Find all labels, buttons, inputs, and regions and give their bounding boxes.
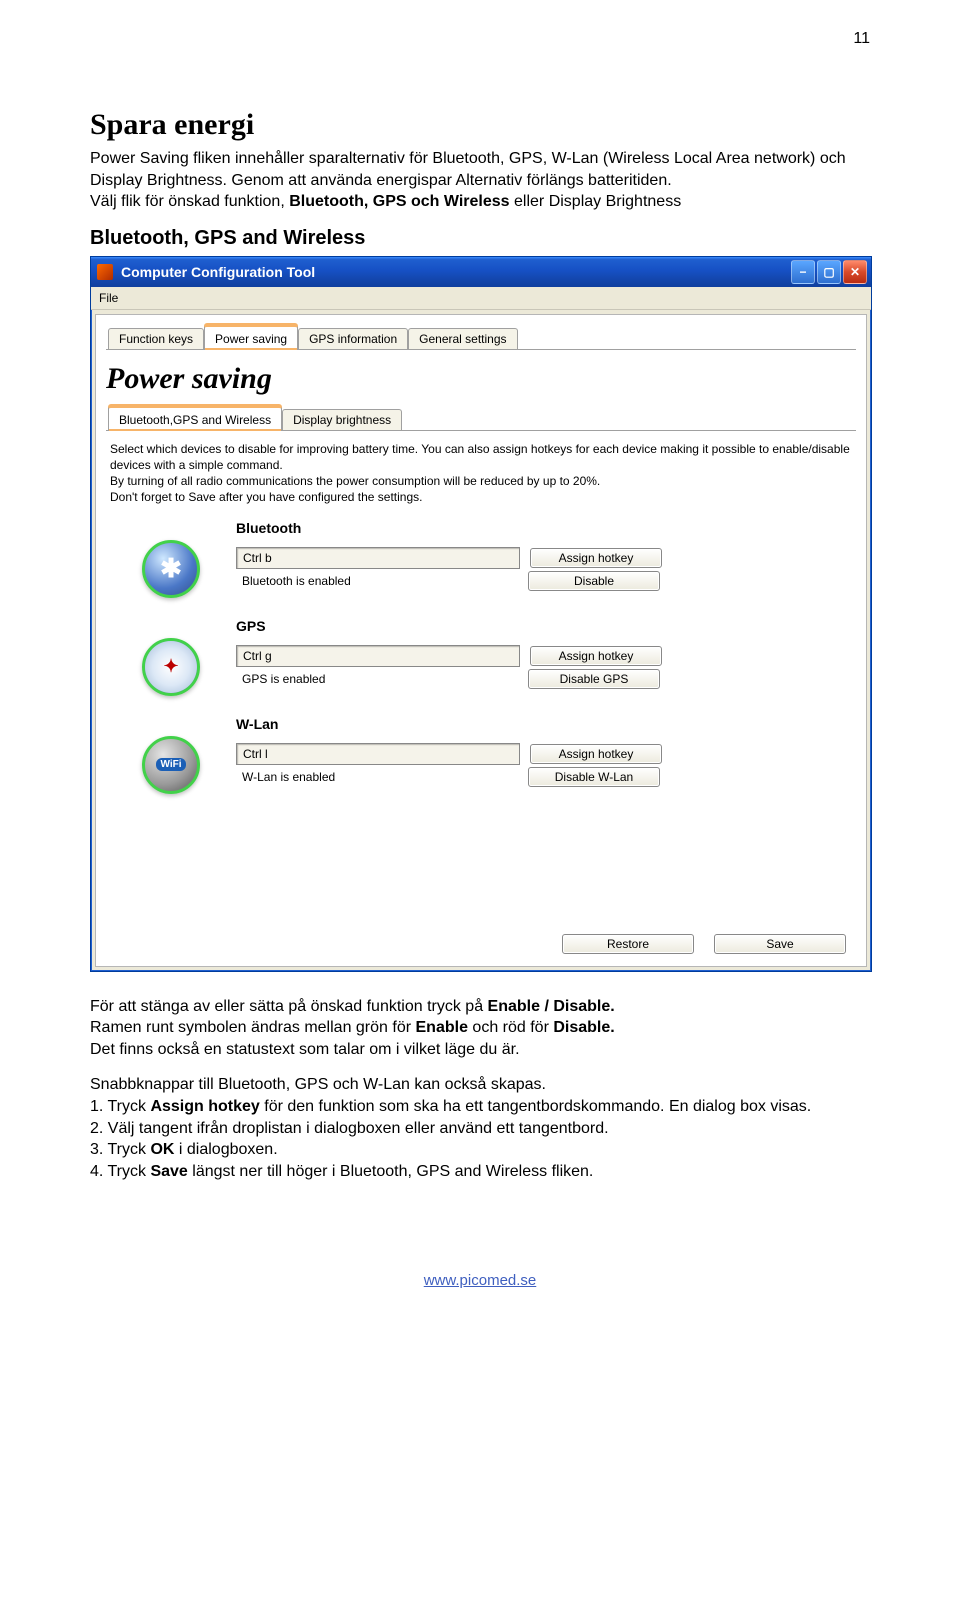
intro-paragraph: Power Saving fliken innehåller sparalter… xyxy=(90,148,870,213)
post2-l2-b: för den funktion som ska ha ett tangentb… xyxy=(260,1098,811,1115)
wifi-icon: WiFi xyxy=(142,736,200,794)
save-button[interactable]: Save xyxy=(714,934,846,954)
subtab-bt-gps-wireless[interactable]: Bluetooth,GPS and Wireless xyxy=(108,406,282,431)
main-panel: Function keys Power saving GPS informati… xyxy=(95,314,867,967)
post2-l5-b: längst ner till höger i Bluetooth, GPS a… xyxy=(188,1163,594,1180)
config-tool-window: Computer Configuration Tool − ▢ ✕ File F… xyxy=(90,256,872,972)
menubar: File xyxy=(91,287,871,310)
main-tabbar: Function keys Power saving GPS informati… xyxy=(106,321,856,350)
wlan-assign-hotkey-button[interactable]: Assign hotkey xyxy=(530,744,662,764)
intro-bold: Bluetooth, GPS och Wireless xyxy=(289,193,509,210)
subheading-bt-gps-wireless: Bluetooth, GPS and Wireless xyxy=(90,227,870,250)
post-p3: Det finns också en statustext som talar … xyxy=(90,1041,520,1058)
close-button[interactable]: ✕ xyxy=(843,260,867,284)
post2-l5-a: 4. Tryck xyxy=(90,1163,150,1180)
tab-power-saving[interactable]: Power saving xyxy=(204,325,298,350)
post-paragraph-1: För att stänga av eller sätta på önskad … xyxy=(90,996,870,1061)
gps-assign-hotkey-button[interactable]: Assign hotkey xyxy=(530,646,662,666)
window-titlebar[interactable]: Computer Configuration Tool − ▢ ✕ xyxy=(91,257,871,287)
post2-l3: 2. Välj tangent ifrån droplistan i dialo… xyxy=(90,1120,609,1137)
post-paragraph-2: Snabbknappar till Bluetooth, GPS och W-L… xyxy=(90,1074,870,1182)
bluetooth-status: Bluetooth is enabled xyxy=(236,571,518,591)
device-block-bluetooth: Bluetooth Ctrl b Assign hotkey Bluetooth… xyxy=(106,520,856,598)
post2-l5-bold: Save xyxy=(150,1163,187,1180)
description-text: Select which devices to disable for impr… xyxy=(110,441,852,506)
intro-text-3: eller Display Brightness xyxy=(510,193,682,210)
sub-tabbar: Bluetooth,GPS and Wireless Display brigh… xyxy=(106,402,856,431)
post2-l4-b: i dialogboxen. xyxy=(174,1141,277,1158)
subtab-display-brightness[interactable]: Display brightness xyxy=(282,409,402,430)
post-p2-bold2: Disable. xyxy=(553,1019,614,1036)
gps-status: GPS is enabled xyxy=(236,669,518,689)
wlan-hotkey-field: Ctrl l xyxy=(236,743,520,765)
post-p2-b: och röd för xyxy=(468,1019,553,1036)
tab-general-settings[interactable]: General settings xyxy=(408,328,517,349)
restore-button[interactable]: Restore xyxy=(562,934,694,954)
intro-text-2: Välj flik för önskad funktion, xyxy=(90,193,289,210)
bluetooth-assign-hotkey-button[interactable]: Assign hotkey xyxy=(530,548,662,568)
post-p2-bold1: Enable xyxy=(416,1019,468,1036)
desc-line-2: By turning of all radio communications t… xyxy=(110,474,600,488)
post2-l1: Snabbknappar till Bluetooth, GPS och W-L… xyxy=(90,1076,546,1093)
wlan-disable-button[interactable]: Disable W-Lan xyxy=(528,767,660,787)
minimize-button[interactable]: − xyxy=(791,260,815,284)
app-icon xyxy=(97,264,113,280)
gps-title: GPS xyxy=(236,618,856,634)
window-title: Computer Configuration Tool xyxy=(121,264,791,280)
footer-url[interactable]: www.picomed.se xyxy=(90,1272,870,1289)
post-p1-a: För att stänga av eller sätta på önskad … xyxy=(90,998,488,1015)
desc-line-3: Don't forget to Save after you have conf… xyxy=(110,490,422,504)
gps-hotkey-field: Ctrl g xyxy=(236,645,520,667)
tab-gps-information[interactable]: GPS information xyxy=(298,328,408,349)
page-number: 11 xyxy=(90,30,870,48)
desc-line-1: Select which devices to disable for impr… xyxy=(110,442,850,472)
tab-function-keys[interactable]: Function keys xyxy=(108,328,204,349)
post2-l4-a: 3. Tryck xyxy=(90,1141,150,1158)
post2-l2-bold: Assign hotkey xyxy=(150,1098,259,1115)
wlan-title: W-Lan xyxy=(236,716,856,732)
bluetooth-hotkey-field: Ctrl b xyxy=(236,547,520,569)
intro-text-1: Power Saving fliken innehåller sparalter… xyxy=(90,150,846,189)
post-p2-a: Ramen runt symbolen ändras mellan grön f… xyxy=(90,1019,416,1036)
wlan-status: W-Lan is enabled xyxy=(236,767,518,787)
bluetooth-disable-button[interactable]: Disable xyxy=(528,571,660,591)
maximize-button[interactable]: ▢ xyxy=(817,260,841,284)
device-block-gps: GPS Ctrl g Assign hotkey GPS is enabled xyxy=(106,618,856,696)
bluetooth-icon xyxy=(142,540,200,598)
gps-disable-button[interactable]: Disable GPS xyxy=(528,669,660,689)
gps-icon xyxy=(142,638,200,696)
device-block-wlan: W-Lan WiFi Ctrl l Assign hotkey W-Lan is… xyxy=(106,716,856,794)
menu-file[interactable]: File xyxy=(99,291,118,305)
post2-l4-bold: OK xyxy=(150,1141,174,1158)
post-p1-bold1: Enable / Disable. xyxy=(488,998,615,1015)
panel-title: Power saving xyxy=(106,362,856,396)
bluetooth-title: Bluetooth xyxy=(236,520,856,536)
post2-l2-a: 1. Tryck xyxy=(90,1098,150,1115)
heading-spara-energi: Spara energi xyxy=(90,108,870,142)
